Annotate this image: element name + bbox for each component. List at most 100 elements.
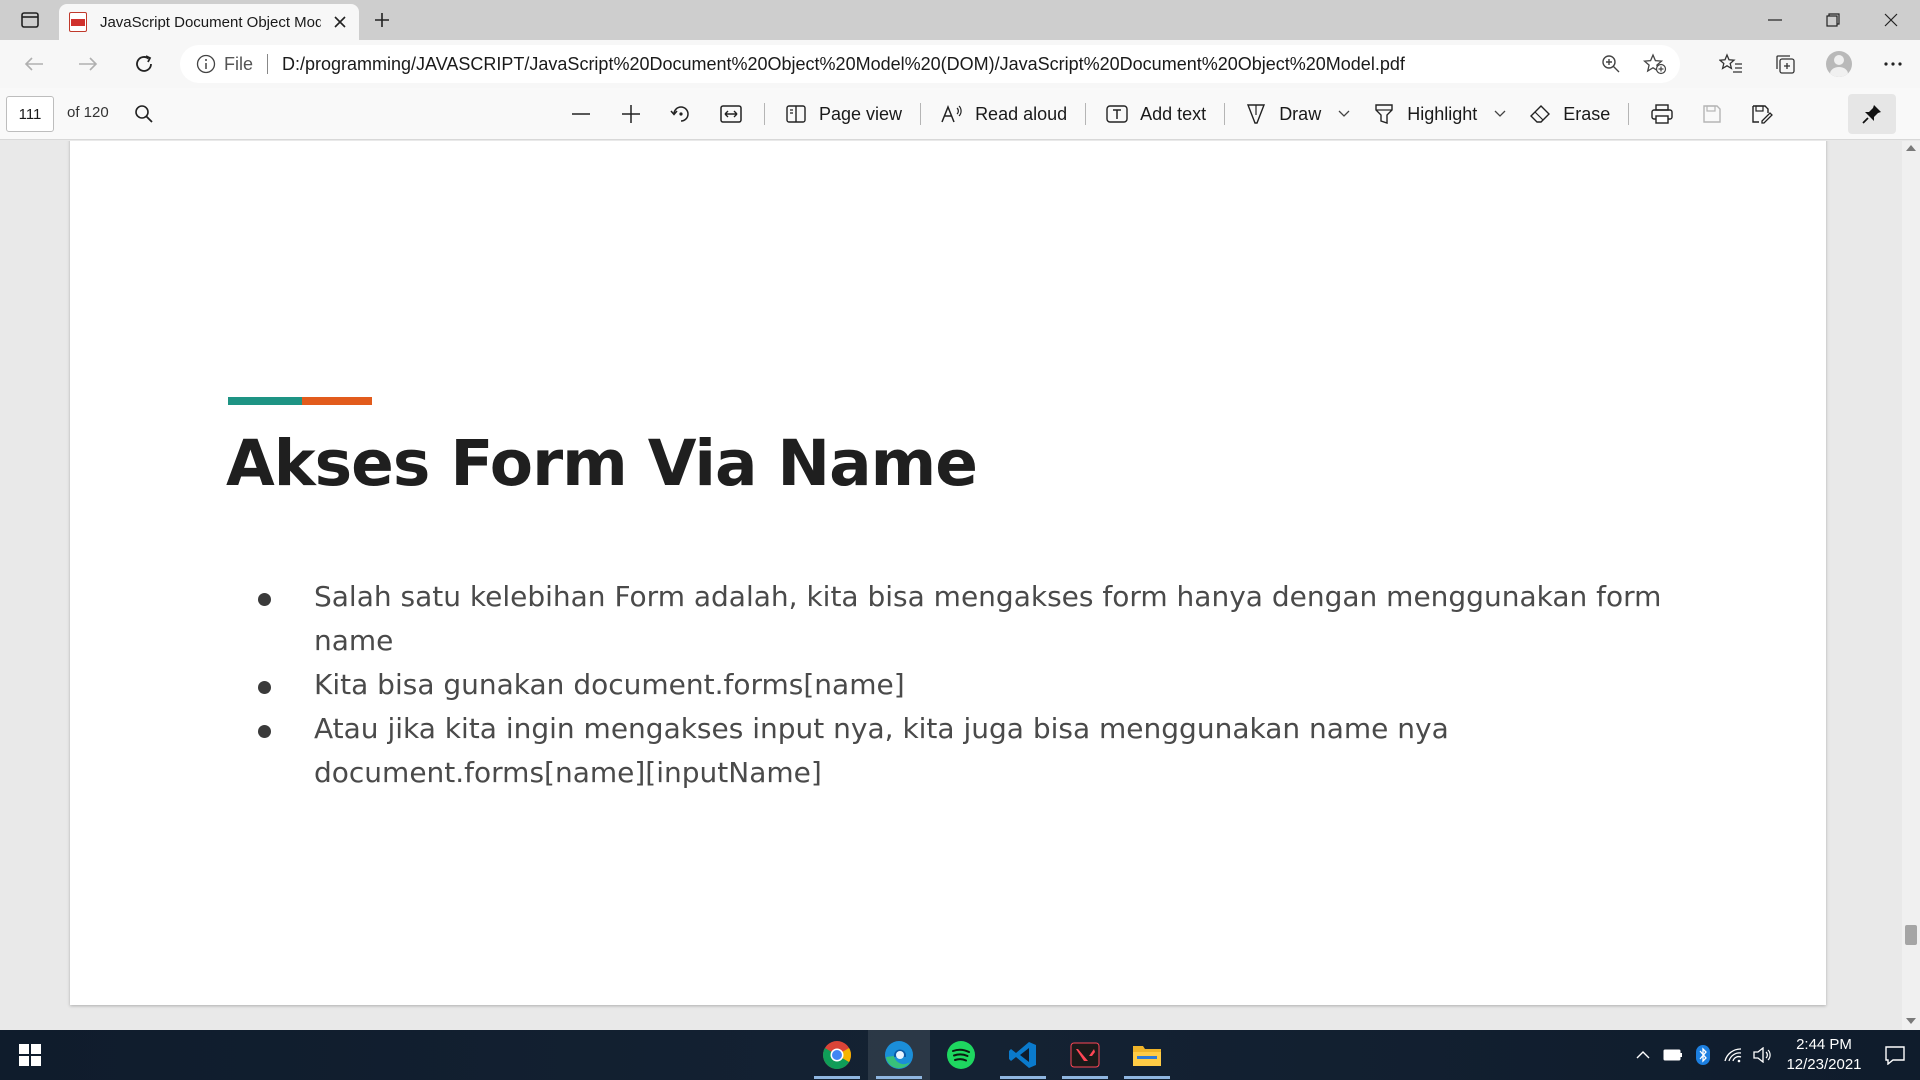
rotate-button[interactable] (656, 96, 706, 132)
read-aloud-button[interactable]: Read aloud (929, 96, 1077, 132)
site-info-icon[interactable] (196, 54, 216, 74)
back-button[interactable] (16, 47, 52, 81)
page-view-label: Page view (819, 103, 903, 124)
page-number-input[interactable]: 111 (6, 96, 54, 132)
highlighter-icon (1371, 101, 1397, 127)
scroll-up-arrow-icon[interactable] (1906, 145, 1916, 151)
address-bar[interactable]: File D:/programming/JAVASCRIPT/JavaScrip… (180, 45, 1680, 83)
bullet-text: Kita bisa gunakan document.forms[name] (314, 668, 905, 701)
url-text[interactable]: D:/programming/JAVASCRIPT/JavaScript%20D… (282, 54, 1405, 75)
erase-button[interactable]: Erase (1517, 96, 1620, 132)
tab-close-icon[interactable] (331, 13, 349, 31)
forward-button[interactable] (70, 47, 106, 81)
collections-button[interactable] (1758, 47, 1812, 81)
slide-title: Akses Form Via Name (226, 427, 978, 500)
taskbar-chrome[interactable] (806, 1030, 868, 1080)
favorites-list-icon (1719, 53, 1742, 73)
toolbar-divider (1224, 103, 1226, 125)
pin-icon (1862, 105, 1881, 124)
clock-date: 12/23/2021 (1786, 1056, 1862, 1073)
profile-button[interactable] (1812, 47, 1866, 81)
wifi-button[interactable] (1718, 1030, 1748, 1080)
chevron-down-icon[interactable] (1337, 107, 1351, 121)
zoom-in-button[interactable] (606, 96, 656, 132)
highlight-button[interactable]: Highlight (1361, 96, 1517, 132)
url-scheme-label: File (224, 53, 254, 74)
settings-more-button[interactable] (1866, 47, 1920, 81)
spotify-icon (947, 1041, 975, 1069)
notifications-button[interactable] (1870, 1030, 1920, 1080)
add-favorite-button[interactable] (1640, 49, 1670, 79)
page-view-icon (783, 101, 809, 127)
plus-icon (375, 13, 389, 27)
eraser-icon (1527, 101, 1553, 127)
zoom-button[interactable] (1596, 49, 1626, 79)
bullet-item: Salah satu kelebihan Form adalah, kita b… (258, 575, 1694, 663)
tab-actions-button[interactable] (10, 6, 50, 34)
refresh-icon (136, 55, 152, 72)
taskbar-edge[interactable] (868, 1030, 930, 1080)
wifi-icon (1724, 1048, 1742, 1063)
restore-button[interactable] (1804, 0, 1862, 40)
pin-toolbar-button[interactable] (1848, 94, 1896, 134)
highlight-label: Highlight (1407, 103, 1478, 124)
fit-width-icon (720, 105, 742, 123)
show-hidden-icons-button[interactable] (1628, 1030, 1658, 1080)
read-aloud-label: Read aloud (975, 103, 1068, 124)
add-text-icon (1104, 101, 1130, 127)
bluetooth-button[interactable] (1688, 1030, 1718, 1080)
taskbar-valorant[interactable] (1054, 1030, 1116, 1080)
taskbar-apps (806, 1030, 1178, 1080)
page-view-button[interactable]: Page view (773, 96, 912, 132)
taskbar-clock[interactable]: 2:44 PM 12/23/2021 (1778, 1035, 1870, 1075)
toolbar-divider (1628, 103, 1630, 125)
accent-teal-segment (228, 397, 302, 405)
add-text-label: Add text (1140, 103, 1207, 124)
battery-button[interactable] (1658, 1030, 1688, 1080)
edge-icon (885, 1041, 913, 1069)
pdf-toolbar: 111 of 120 Page view Read aloud Add text… (0, 88, 1920, 140)
taskbar-file-explorer[interactable] (1116, 1030, 1178, 1080)
pdf-tools: Page view Read aloud Add text Draw Highl… (556, 96, 1787, 132)
minimize-button[interactable] (1746, 0, 1804, 40)
start-button[interactable] (8, 1035, 52, 1075)
tab-active[interactable]: JavaScript Document Object Model.pdf (59, 4, 359, 40)
chevron-down-icon[interactable] (1493, 107, 1507, 121)
speaker-icon (1753, 1047, 1771, 1063)
pdf-viewport[interactable]: Akses Form Via Name Salah satu kelebihan… (0, 141, 1920, 1030)
window-controls (1746, 0, 1920, 40)
draw-button[interactable]: Draw (1233, 96, 1361, 132)
restore-icon (1826, 13, 1840, 27)
file-explorer-icon (1133, 1046, 1161, 1066)
draw-pen-icon (1243, 101, 1269, 127)
url-separator (267, 54, 269, 74)
fit-to-width-button[interactable] (706, 96, 756, 132)
scroll-down-arrow-icon[interactable] (1906, 1018, 1916, 1024)
bluetooth-icon (1696, 1045, 1710, 1065)
draw-label: Draw (1279, 103, 1322, 124)
taskbar-spotify[interactable] (930, 1030, 992, 1080)
minus-icon (572, 113, 590, 115)
vertical-scrollbar[interactable] (1902, 141, 1920, 1030)
bullet-item: Kita bisa gunakan document.forms[name] (258, 663, 1694, 707)
taskbar: 2:44 PM 12/23/2021 (0, 1030, 1920, 1080)
new-tab-button[interactable] (364, 6, 400, 34)
chevron-up-icon (1636, 1051, 1650, 1059)
print-button[interactable] (1637, 96, 1687, 132)
close-window-button[interactable] (1862, 0, 1920, 40)
zoom-out-button[interactable] (556, 96, 606, 132)
save-button[interactable] (1687, 96, 1737, 132)
volume-button[interactable] (1748, 1030, 1778, 1080)
favorites-button[interactable] (1704, 47, 1758, 81)
navigation-bar: File D:/programming/JAVASCRIPT/JavaScrip… (0, 40, 1920, 88)
add-text-button[interactable]: Add text (1094, 96, 1216, 132)
refresh-button[interactable] (126, 47, 162, 81)
clock-time: 2:44 PM (1796, 1036, 1852, 1053)
bullet-dot (258, 725, 271, 738)
save-as-button[interactable] (1737, 96, 1787, 132)
taskbar-vscode[interactable] (992, 1030, 1054, 1080)
scrollbar-thumb[interactable] (1905, 925, 1917, 945)
avatar (1826, 51, 1852, 77)
find-in-document-button[interactable] (130, 100, 158, 128)
chrome-icon (823, 1041, 851, 1069)
